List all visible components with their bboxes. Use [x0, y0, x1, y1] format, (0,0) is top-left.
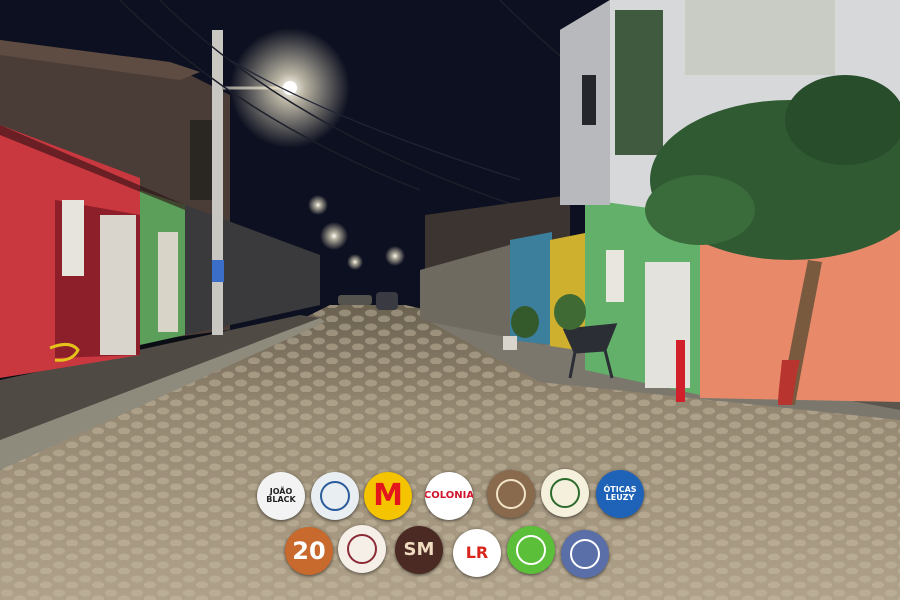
far-lamp-2 — [308, 195, 328, 215]
sponsor-logo-emblem — [496, 479, 526, 509]
sponsor-logo-joao-black: JOÃO BLACK — [257, 472, 305, 520]
sponsor-logo-sm-modas: SM — [395, 526, 443, 574]
tree-canopy-left — [645, 175, 755, 245]
far-lamp-3 — [385, 246, 405, 266]
sponsor-logo-20-logo: 20 — [285, 527, 333, 575]
upper-window-1 — [615, 10, 663, 155]
sponsor-logo-oticas-leuzy: ÓTICAS LEUZY — [596, 470, 644, 518]
sponsor-logo-crest — [541, 469, 589, 517]
sponsor-logo-amor-logo — [338, 525, 386, 573]
sponsor-logo-m-logo: M — [364, 472, 412, 520]
sponsor-logo-text: 20 — [292, 537, 326, 565]
pole-sign — [212, 260, 224, 282]
sponsor-logo-cat-logo — [561, 530, 609, 578]
far-lamp-1 — [320, 222, 348, 250]
red-house-window — [62, 200, 84, 276]
sponsor-logo-emblem — [570, 539, 600, 569]
sponsor-logo-emblem — [320, 481, 350, 511]
red-house-door — [100, 215, 136, 355]
upper-window-small — [582, 75, 596, 125]
sponsor-logo-emblem — [516, 535, 546, 565]
far-lamp-4 — [347, 254, 363, 270]
sponsor-logo-text: COLONIA — [425, 490, 473, 501]
potted-plant-2 — [511, 306, 539, 338]
sponsor-logo-text: ÓTICAS LEUZY — [603, 485, 637, 502]
small-bucket — [503, 336, 517, 350]
tree-canopy-top — [785, 75, 900, 165]
upper-window-2 — [685, 0, 835, 75]
sponsor-logo-colonia: COLONIA — [425, 472, 473, 520]
red-post — [676, 340, 685, 402]
sponsor-logo-text: JOÃO BLACK — [266, 487, 296, 504]
sponsor-logo-lr-logo: LR — [453, 529, 501, 577]
far-car — [338, 295, 372, 305]
sponsor-logo-text: LR — [465, 543, 489, 562]
street-lamp — [283, 81, 297, 95]
utility-pole — [212, 30, 223, 335]
sponsor-logo-farmacia — [311, 472, 359, 520]
sponsor-logo-saint-portrait — [487, 470, 535, 518]
green-house-door — [158, 232, 178, 332]
sponsor-logo-text: SM — [403, 539, 435, 560]
sponsor-logo-emblem — [347, 534, 377, 564]
sponsor-logo-text: M — [373, 478, 403, 513]
green-house-window — [606, 250, 624, 302]
sponsor-logo-green-logo — [507, 526, 555, 574]
sponsor-logo-emblem — [550, 478, 580, 508]
parked-car — [376, 292, 398, 310]
potted-plant — [554, 294, 586, 330]
